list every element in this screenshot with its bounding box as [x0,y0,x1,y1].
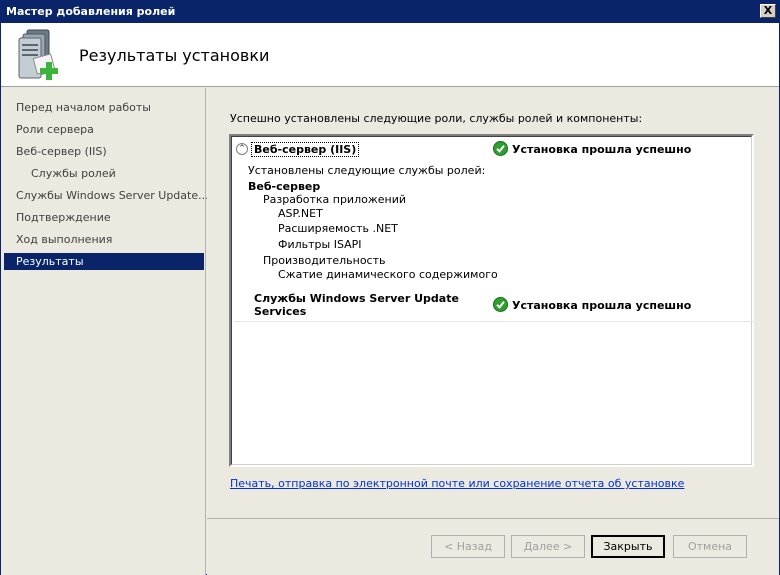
close-window-button[interactable]: X [760,4,776,18]
results-list[interactable]: ⌃ Веб-сервер (IIS) Установка прошла успе… [229,134,754,467]
report-link[interactable]: Печать, отправка по электронной почте ил… [230,477,684,490]
step-wsus[interactable]: Службы Windows Server Update... [4,187,209,204]
server-add-icon [18,29,58,80]
role-wsus-status: Установка прошла успешно [512,299,692,312]
wizard-window: Мастер добавления ролей X Результаты уст… [0,0,780,575]
role-wsus-title-line1: Службы Windows Server Update [254,292,459,305]
step-role-services[interactable]: Службы ролей [4,165,204,182]
step-before-you-begin[interactable]: Перед началом работы [4,99,204,116]
collapse-icon[interactable]: ⌃ [236,143,248,155]
role-wsus-title-line2: Services [254,305,307,318]
step-web-server-iis[interactable]: Веб-сервер (IIS) [4,143,204,160]
wizard-footer: < Назад Далее > Закрыть Отмена [207,519,779,575]
step-confirmation[interactable]: Подтверждение [4,209,204,226]
success-check-icon [493,297,508,312]
window-title: Мастер добавления ролей [6,5,176,18]
step-progress[interactable]: Ход выполнения [4,231,204,248]
close-button[interactable]: Закрыть [591,535,665,558]
role-separator [234,321,754,322]
role-web-server-title[interactable]: Веб-сервер (IIS) [251,142,360,157]
service-dynamic-compression: Сжатие динамического содержимого [278,268,498,281]
subgroup-app-dev: Разработка приложений [263,193,406,206]
service-isapi-filters: Фильтры ISAPI [278,238,362,251]
back-button[interactable]: < Назад [431,535,505,558]
step-results[interactable]: Результаты [4,253,204,270]
step-server-roles[interactable]: Роли сервера [4,121,204,138]
service-net-extensibility: Расширяемость .NET [278,222,398,235]
success-check-icon [493,141,508,156]
wizard-steps-sidebar: Перед началом работы Роли сервера Веб-се… [1,88,209,575]
page-title: Результаты установки [79,46,270,65]
intro-text: Успешно установлены следующие роли, служ… [230,112,643,125]
group-web-server: Веб-сервер [248,180,321,193]
cancel-button[interactable]: Отмена [673,535,747,558]
role-web-server-status: Установка прошла успешно [512,143,692,156]
next-button[interactable]: Далее > [511,535,585,558]
service-aspnet: ASP.NET [278,207,323,220]
main-content: Успешно установлены следующие роли, служ… [207,88,779,518]
title-bar: Мастер добавления ролей X [1,1,779,23]
subgroup-performance: Производительность [263,254,386,267]
installed-services-label: Установлены следующие службы ролей: [248,164,486,177]
wizard-header: Результаты установки [1,23,779,87]
